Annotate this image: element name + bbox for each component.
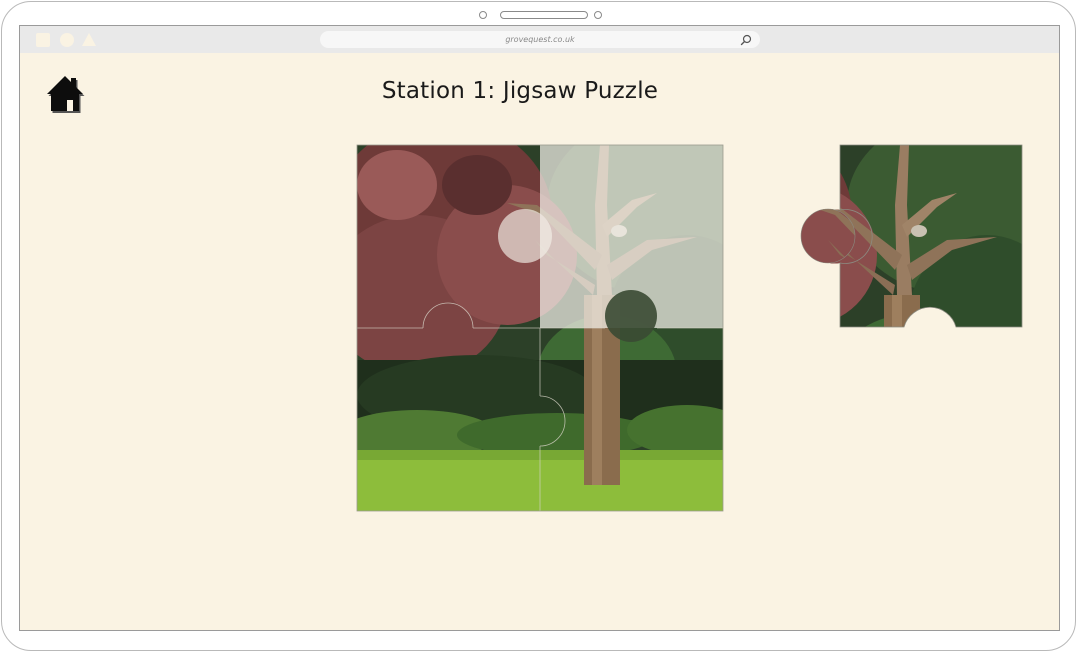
piece-top-left-tab — [498, 209, 552, 263]
puzzle-area — [356, 144, 1023, 512]
camera-dot — [479, 11, 487, 19]
piece-tab-knob — [605, 290, 657, 342]
browser-screen: grovequest.co.uk Station 1: Jigsaw Puzzl… — [19, 25, 1060, 631]
speaker-slot — [500, 11, 588, 19]
sensor-dot — [594, 11, 602, 19]
